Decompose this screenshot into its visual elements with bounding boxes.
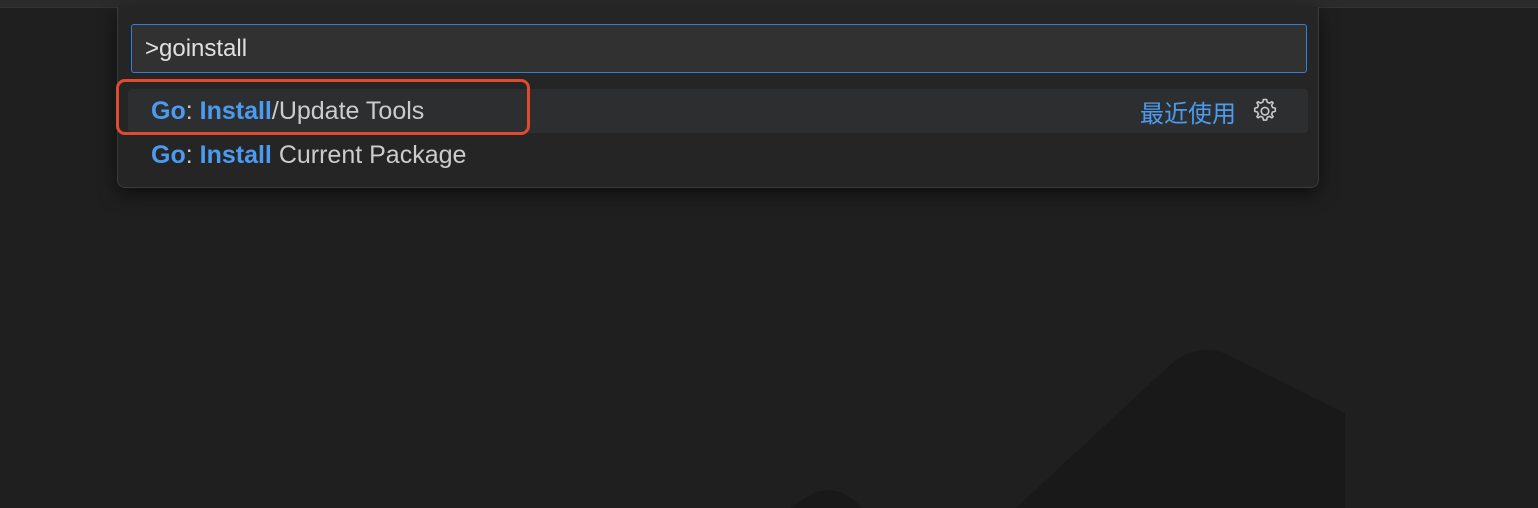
result-text-go: Go bbox=[151, 96, 186, 125]
command-search-input[interactable] bbox=[131, 24, 1307, 73]
result-text-install: Install bbox=[199, 96, 272, 125]
recently-used-label: 最近使用 bbox=[1140, 100, 1236, 128]
result-text-rest: /Update Tools bbox=[271, 96, 425, 125]
result-text-separator: : bbox=[185, 140, 200, 169]
gear-icon[interactable] bbox=[1250, 96, 1280, 126]
command-palette: Go: Install/Update Tools 最近使用 Go: Instal… bbox=[117, 7, 1319, 188]
result-text-separator: : bbox=[185, 96, 200, 125]
command-results-list: Go: Install/Update Tools 最近使用 Go: Instal… bbox=[128, 89, 1308, 177]
result-text-go: Go bbox=[151, 140, 186, 169]
result-text-rest: Current Package bbox=[271, 140, 467, 169]
result-go-install-current-package[interactable]: Go: Install Current Package bbox=[128, 133, 1308, 177]
result-go-install-update-tools[interactable]: Go: Install/Update Tools 最近使用 bbox=[128, 89, 1308, 133]
result-text-install: Install bbox=[199, 140, 272, 169]
result-detail: 最近使用 bbox=[1140, 89, 1280, 133]
